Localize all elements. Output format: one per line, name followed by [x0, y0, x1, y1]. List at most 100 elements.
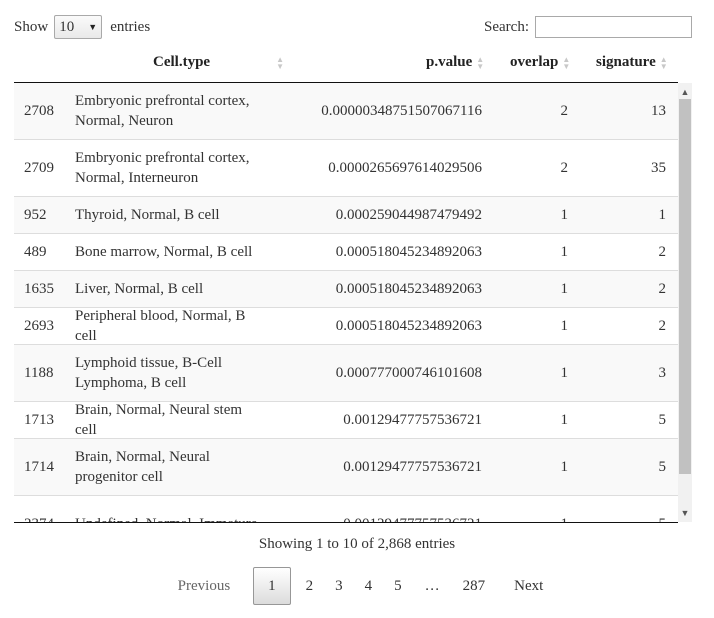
cell-overlap: 1 [560, 281, 569, 297]
cell-p-value: 0.000518045234892063 [335, 318, 482, 334]
data-table: Cell.type ▲ ▼ p.value ▲ ▼ overlap ▲ ▼ signatur… [14, 44, 692, 523]
column-header-label: overlap [510, 54, 559, 70]
page-button-5[interactable]: 5 [383, 568, 413, 604]
search-input[interactable] [535, 16, 692, 38]
pagination-ellipsis: … [424, 578, 440, 594]
scroll-up-icon[interactable]: ▲ [678, 85, 692, 99]
next-button[interactable]: Next [496, 568, 555, 604]
cell-type: Brain, Normal, Neural progenitor cell [75, 449, 210, 485]
column-header-signature[interactable]: signature ▲ ▼ [596, 44, 668, 82]
page-length-select[interactable]: 10 ▼ [54, 15, 103, 39]
table-row[interactable]: 1635 Liver, Normal, B cell 0.00051804523… [14, 271, 678, 308]
sort-icon: ▲ ▼ [476, 54, 485, 71]
length-suffix-label: entries [110, 18, 151, 35]
cell-overlap: 2 [560, 160, 569, 176]
column-header-p-value[interactable]: p.value ▲ ▼ [426, 44, 484, 82]
page-length-value: 10 [59, 18, 75, 35]
cell-signature: 5 [658, 412, 667, 428]
search-label: Search: [484, 18, 529, 35]
table-row[interactable]: 2709 Embryonic prefrontal cortex, Normal… [14, 140, 678, 197]
cell-overlap: 1 [560, 207, 569, 223]
cell-signature: 2 [658, 318, 667, 334]
cell-overlap: 1 [560, 365, 569, 381]
cell-p-value: 0.00129477757536721 [343, 412, 482, 428]
chevron-down-icon: ▼ [88, 22, 98, 32]
search-control: Search: [484, 14, 692, 40]
cell-p-value: 0.0000034875150706711​6 [321, 103, 482, 119]
cell-p-value: 0.000518045234892063 [335, 244, 482, 260]
cell-signature: 1 [658, 207, 667, 223]
page-button-2[interactable]: 2 [295, 568, 325, 604]
page-button-287[interactable]: 287 [452, 568, 497, 604]
scrollbar-thumb[interactable] [679, 99, 691, 474]
cell-signature: 5 [594, 496, 667, 522]
cell-index: 1713 [24, 412, 54, 428]
page-length-control: Show 10 ▼ entries [14, 14, 150, 40]
cell-p-value: 0.000026569761402950​6 [328, 160, 482, 176]
cell-signature: 2 [658, 244, 667, 260]
cell-type: Thyroid, Normal, B cell [75, 207, 220, 223]
table-header: Cell.type ▲ ▼ p.value ▲ ▼ overlap ▲ ▼ signatur… [14, 44, 678, 83]
cell-type: Bone marrow, Normal, B cell [75, 244, 253, 260]
cell-type: Peripheral blood, Normal, B cell [75, 308, 246, 344]
cell-signature: 13 [651, 103, 666, 119]
table-row[interactable]: 2708 Embryonic prefrontal cortex, Normal… [14, 83, 678, 140]
pagination: Previous 1 2 3 4 5 … 287 Next [0, 567, 714, 605]
sort-icon: ▲ ▼ [659, 54, 668, 71]
table-body: 2708 Embryonic prefrontal cortex, Normal… [14, 83, 678, 523]
table-controls: Show 10 ▼ entries Search: [14, 14, 692, 40]
cell-index: 2709 [24, 160, 54, 176]
cell-index: 2374 [24, 496, 74, 522]
cell-overlap: 1 [560, 459, 569, 475]
scroll-down-icon[interactable]: ▼ [678, 506, 692, 520]
cell-index: 1635 [24, 281, 54, 297]
column-header-index[interactable] [24, 44, 74, 82]
cell-index: 489 [24, 244, 47, 260]
table-row[interactable]: 952 Thyroid, Normal, B cell 0.0002590449… [14, 197, 678, 234]
cell-type: Liver, Normal, B cell [75, 281, 204, 297]
cell-signature: 5 [658, 459, 667, 475]
table-info: Showing 1 to 10 of 2,868 entries [258, 536, 456, 552]
cell-overlap: 1 [560, 318, 569, 334]
cell-overlap: 1 [560, 244, 569, 260]
vertical-scrollbar[interactable]: ▲ ▼ [678, 83, 692, 522]
cell-index: 2693 [24, 318, 54, 334]
cell-p-value: 0.00025904498747949​2 [335, 207, 482, 223]
table-row[interactable]: 2374 Undefined, Normal, Immature 0.00129… [14, 496, 678, 522]
table-row[interactable]: 1714 Brain, Normal, Neural progenitor ce… [14, 439, 678, 496]
column-header-label: signature [596, 54, 656, 70]
previous-button[interactable]: Previous [159, 568, 250, 604]
cell-p-value: 0.000777000746101608 [335, 365, 482, 381]
cell-signature: 35 [651, 160, 666, 176]
table-row[interactable]: 1188 Lymphoid tissue, B-Cell Lymphoma, B… [14, 345, 678, 402]
table-row[interactable]: 489 Bone marrow, Normal, B cell 0.000518… [14, 234, 678, 271]
cell-p-value: 0.00129477757536721 [343, 459, 482, 475]
cell-type: Brain, Normal, Neural stem cell [75, 402, 243, 438]
cell-overlap: 1 [514, 496, 569, 522]
table-row[interactable]: 2693 Peripheral blood, Normal, B cell 0.… [14, 308, 678, 345]
cell-overlap: 2 [560, 103, 569, 119]
cell-signature: 3 [658, 365, 667, 381]
column-header-overlap[interactable]: overlap ▲ ▼ [510, 44, 570, 82]
cell-index: 2708 [24, 103, 54, 119]
sort-icon: ▲ ▼ [276, 54, 285, 71]
cell-index: 1714 [24, 459, 54, 475]
cell-type: Embryonic prefrontal cortex, Normal, Neu… [75, 93, 250, 129]
cell-index: 1188 [24, 365, 54, 381]
page-button-3[interactable]: 3 [324, 568, 354, 604]
table-row[interactable]: 1713 Brain, Normal, Neural stem cell 0.0… [14, 402, 678, 439]
length-prefix-label: Show [14, 18, 49, 35]
cell-index: 952 [24, 207, 47, 223]
cell-p-value: 0.00129477757536721 [254, 496, 482, 522]
column-header-cell-type[interactable]: Cell.type ▲ ▼ [153, 44, 284, 82]
column-header-label: p.value [426, 54, 473, 70]
cell-type: Embryonic prefrontal cortex, Normal, Int… [75, 150, 250, 186]
page-button-4[interactable]: 4 [354, 568, 384, 604]
cell-p-value: 0.000518045234892063 [335, 281, 482, 297]
sort-icon: ▲ ▼ [562, 54, 571, 71]
cell-type: Undefined, Normal, Immature [75, 496, 265, 522]
cell-signature: 2 [658, 281, 667, 297]
cell-overlap: 1 [560, 412, 569, 428]
page-button-1[interactable]: 1 [253, 567, 291, 605]
column-header-label: Cell.type [153, 54, 211, 70]
